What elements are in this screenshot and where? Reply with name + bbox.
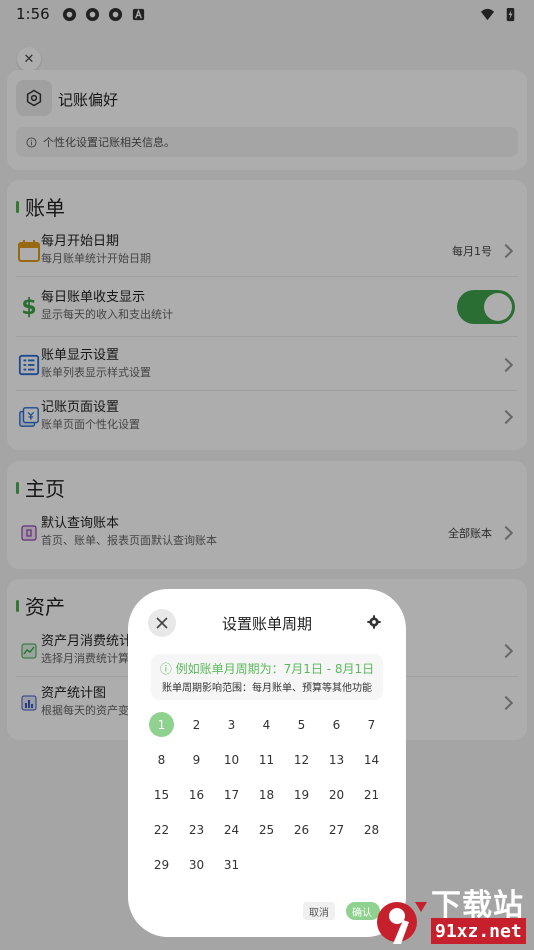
day-label: 14	[363, 752, 380, 767]
day-option[interactable]: 5	[284, 707, 319, 742]
day-label: 24	[223, 822, 240, 837]
day-option[interactable]: 21	[354, 777, 389, 812]
day-option[interactable]: 11	[249, 742, 284, 777]
day-option[interactable]: 16	[179, 777, 214, 812]
hint-scope: 账单周期影响范围：每月账单、预算等其他功能	[162, 683, 372, 694]
day-label: 10	[223, 752, 240, 767]
day-label: 2	[192, 717, 201, 732]
day-option[interactable]: 4	[249, 707, 284, 742]
help-icon: ⓘ	[159, 662, 172, 676]
gear-icon[interactable]	[366, 614, 382, 630]
day-option[interactable]: 31	[214, 847, 249, 882]
day-label: 5	[297, 717, 306, 732]
day-label: 4	[262, 717, 271, 732]
day-label: 28	[363, 822, 380, 837]
day-option[interactable]: 28	[354, 812, 389, 847]
day-option[interactable]: 1	[144, 707, 179, 742]
day-label: 18	[258, 787, 275, 802]
day-label: 31	[223, 857, 240, 872]
day-label: 12	[293, 752, 310, 767]
day-label: 1	[149, 712, 174, 737]
bill-cycle-dialog: 设置账单周期 ⓘ 例如账单月周期为：7月1日 - 8月1日 账单周期影响范围：每…	[128, 589, 406, 937]
site-logo-icon	[377, 902, 427, 944]
cycle-hint-box: ⓘ 例如账单月周期为：7月1日 - 8月1日 账单周期影响范围：每月账单、预算等…	[151, 654, 383, 700]
day-label: 15	[153, 787, 170, 802]
day-option[interactable]: 30	[179, 847, 214, 882]
cancel-button[interactable]: 取消	[303, 902, 335, 920]
day-label: 6	[332, 717, 341, 732]
day-label: 19	[293, 787, 310, 802]
day-label: 30	[188, 857, 205, 872]
day-label: 16	[188, 787, 205, 802]
day-option[interactable]: 27	[319, 812, 354, 847]
day-option[interactable]: 7	[354, 707, 389, 742]
day-option[interactable]: 29	[144, 847, 179, 882]
day-label: 27	[328, 822, 345, 837]
day-label: 20	[328, 787, 345, 802]
day-option[interactable]: 18	[249, 777, 284, 812]
day-label: 8	[157, 752, 166, 767]
day-option[interactable]: 3	[214, 707, 249, 742]
day-label: 9	[192, 752, 201, 767]
day-label: 11	[258, 752, 275, 767]
day-option[interactable]: 23	[179, 812, 214, 847]
day-option[interactable]: 20	[319, 777, 354, 812]
day-label: 21	[363, 787, 380, 802]
day-option[interactable]: 14	[354, 742, 389, 777]
day-option[interactable]: 26	[284, 812, 319, 847]
watermark: 下载站 91xz.net	[375, 878, 534, 950]
day-option[interactable]: 10	[214, 742, 249, 777]
day-option[interactable]: 12	[284, 742, 319, 777]
day-label: 26	[293, 822, 310, 837]
day-label: 17	[223, 787, 240, 802]
day-option[interactable]: 25	[249, 812, 284, 847]
day-option[interactable]: 13	[319, 742, 354, 777]
day-option[interactable]: 9	[179, 742, 214, 777]
dialog-title: 设置账单周期	[221, 615, 312, 633]
day-label: 29	[153, 857, 170, 872]
watermark-site: 91xz.net	[431, 918, 526, 944]
day-option[interactable]: 22	[144, 812, 179, 847]
day-option[interactable]: 15	[144, 777, 179, 812]
day-label: 3	[227, 717, 236, 732]
hint-example: ⓘ 例如账单月周期为：7月1日 - 8月1日	[159, 662, 375, 676]
day-label: 25	[258, 822, 275, 837]
day-label: 7	[367, 717, 376, 732]
day-grid: 1 2 3 4 5 6 7 8 9 10 11 12 13 14 15 16 17 18 19 20 21 22 23 24 2…	[144, 707, 392, 882]
day-option[interactable]: 8	[144, 742, 179, 777]
day-option[interactable]: 19	[284, 777, 319, 812]
day-option[interactable]: 24	[214, 812, 249, 847]
day-label: 22	[153, 822, 170, 837]
day-option[interactable]: 17	[214, 777, 249, 812]
day-label: 23	[188, 822, 205, 837]
day-option[interactable]: 6	[319, 707, 354, 742]
day-option[interactable]: 2	[179, 707, 214, 742]
day-label: 13	[328, 752, 345, 767]
